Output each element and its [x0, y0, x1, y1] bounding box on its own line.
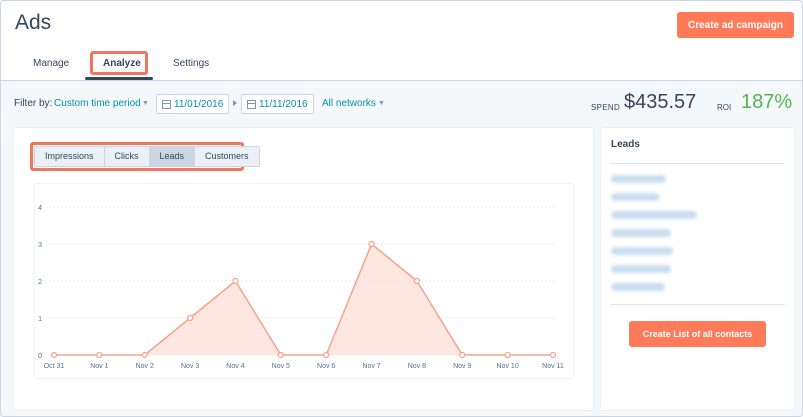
x-tick-label: Nov 2	[136, 363, 154, 370]
data-point[interactable]	[141, 351, 148, 359]
data-point[interactable]	[277, 351, 284, 359]
x-tick-label: Nov 11	[542, 363, 564, 370]
data-point[interactable]	[368, 240, 375, 248]
y-tick-label: 3	[38, 242, 42, 249]
lead-item-redacted[interactable]	[611, 175, 666, 183]
data-point[interactable]	[232, 277, 239, 285]
lead-item-redacted[interactable]	[611, 211, 697, 219]
x-tick-label: Nov 4	[226, 363, 244, 370]
x-tick-label: Nov 9	[453, 363, 471, 370]
x-tick-label: Nov 10	[497, 363, 519, 370]
data-point[interactable]	[186, 314, 194, 322]
x-tick-label: Nov 3	[181, 363, 199, 370]
area-fill	[54, 244, 553, 355]
data-point[interactable]	[96, 351, 103, 359]
lead-item-redacted[interactable]	[611, 265, 671, 273]
lead-item-redacted[interactable]	[611, 229, 671, 237]
x-tick-label: Nov 1	[90, 363, 108, 370]
series-line	[54, 242, 553, 356]
leads-title: Leads	[611, 139, 640, 150]
y-tick-label: 1	[38, 316, 42, 323]
data-point[interactable]	[504, 351, 511, 359]
create-list-button[interactable]: Create List of all contacts	[629, 321, 766, 347]
data-point[interactable]	[50, 351, 58, 359]
data-point[interactable]	[459, 351, 466, 359]
y-tick-label: 0	[38, 353, 42, 360]
data-point[interactable]	[413, 277, 421, 285]
lead-item-redacted[interactable]	[611, 193, 659, 201]
lead-item-redacted[interactable]	[611, 283, 665, 291]
y-tick-label: 4	[38, 205, 42, 212]
data-point[interactable]	[323, 351, 330, 359]
x-tick-label: Oct 31	[44, 363, 65, 370]
x-tick-label: Nov 6	[317, 363, 335, 370]
divider	[610, 163, 785, 164]
x-tick-label: Nov 7	[362, 363, 380, 370]
data-point[interactable]	[549, 351, 557, 359]
x-tick-label: Nov 8	[408, 363, 426, 370]
lead-item-redacted[interactable]	[611, 247, 673, 255]
x-tick-label: Nov 5	[272, 363, 290, 370]
app-frame: Ads Create ad campaign Manage Analyze Se…	[0, 0, 803, 417]
y-tick-label: 2	[38, 279, 42, 286]
divider	[610, 304, 785, 305]
